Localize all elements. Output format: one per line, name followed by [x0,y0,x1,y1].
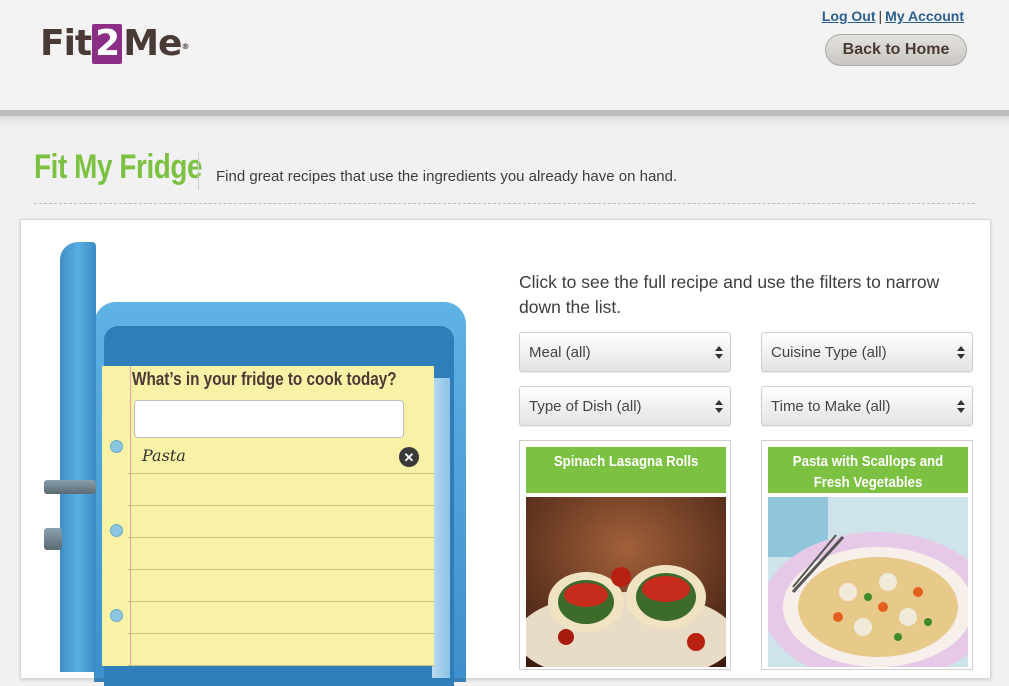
binder-hole [110,609,123,622]
select-arrows-icon [956,343,966,363]
fridge-handle [44,480,96,494]
dish-type-filter-value: Type of Dish (all) [529,397,642,415]
fridge-door [60,242,96,672]
results-instructions: Click to see the full recipe and use the… [519,272,940,317]
select-arrows-icon [714,343,724,363]
link-separator: | [878,8,883,24]
ingredient-item: Pasta [142,446,186,465]
select-arrows-icon [714,397,724,417]
binder-hole [110,440,123,453]
time-filter-value: Time to Make (all) [771,397,891,415]
page-subtitle: Find great recipes that use the ingredie… [216,168,678,185]
recipe-photo[interactable] [526,497,726,667]
fridge-question: What’s in your fridge to cook today? [132,369,397,389]
back-to-home-button[interactable]: Back to Home [825,34,967,66]
meal-filter-value: Meal (all) [529,343,591,361]
my-account-link[interactable]: My Account [885,8,964,24]
logout-link[interactable]: Log Out [822,8,876,24]
cuisine-filter-select[interactable]: Cuisine Type (all) [761,332,973,372]
recipe-photo[interactable] [768,497,968,667]
dashed-divider [34,203,975,204]
site-header: Fit 2 Me® Log Out | My Account Back to Home [0,0,1009,111]
remove-ingredient-icon[interactable]: ✕ [399,447,419,467]
cuisine-filter-value: Cuisine Type (all) [771,343,887,361]
fit2me-logo[interactable]: Fit 2 Me® [40,24,189,67]
dish-type-filter-select[interactable]: Type of Dish (all) [519,386,731,426]
title-divider [198,152,199,190]
page-title: Fit My Fridge [34,148,203,186]
ingredient-input[interactable] [134,400,404,438]
recipe-card[interactable]: Pasta with Scallops and Fresh Vegetables [761,440,973,670]
recipe-title[interactable]: Spinach Lasagna Rolls [526,447,726,493]
binder-hole [110,524,123,537]
time-filter-select[interactable]: Time to Make (all) [761,386,973,426]
account-links: Log Out | My Account [822,8,964,24]
meal-filter-select[interactable]: Meal (all) [519,332,731,372]
select-arrows-icon [956,397,966,417]
recipe-title[interactable]: Pasta with Scallops and Fresh Vegetables [768,447,968,493]
recipe-card[interactable]: Spinach Lasagna Rolls [519,440,731,670]
